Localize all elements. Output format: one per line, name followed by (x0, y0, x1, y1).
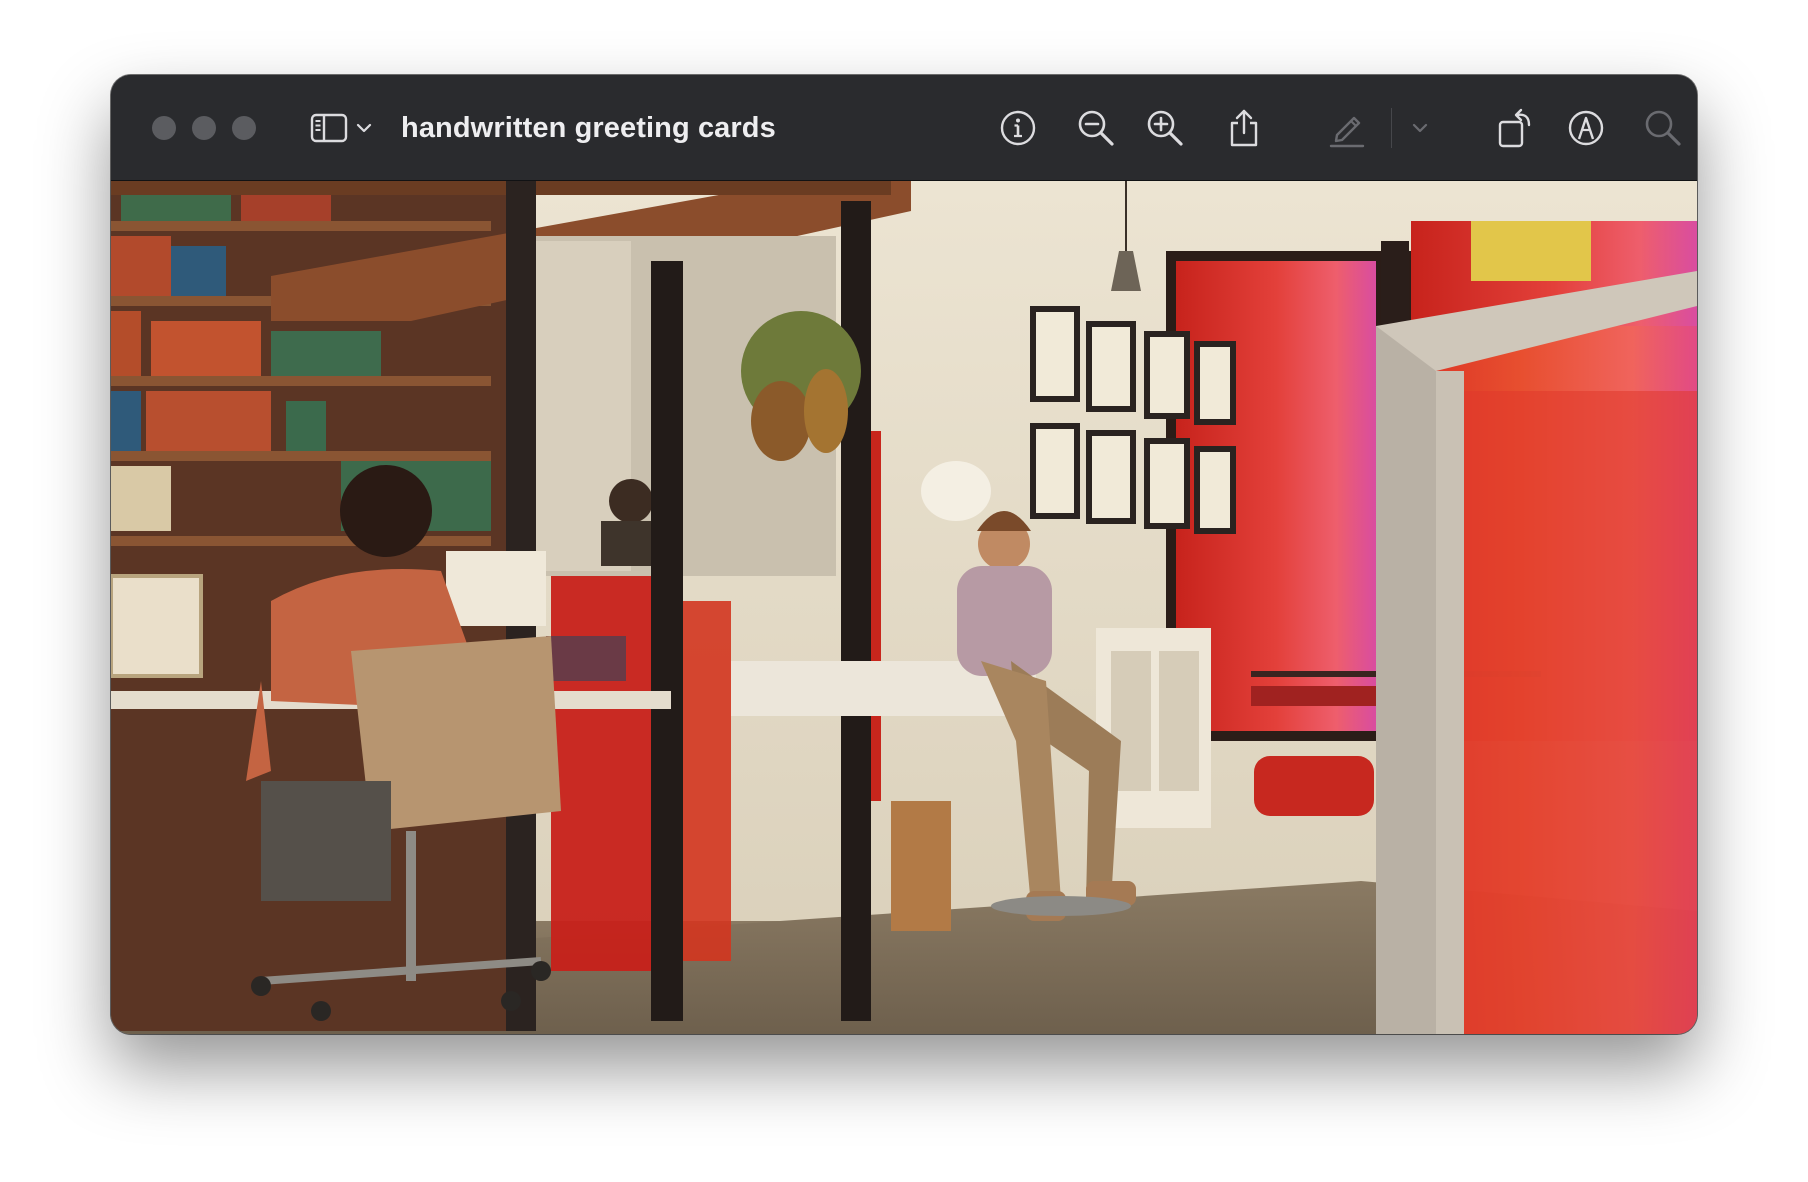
fullscreen-window-button[interactable] (232, 116, 256, 140)
zoom-in-button[interactable] (1142, 105, 1188, 151)
markup-menu-button[interactable] (1408, 105, 1432, 151)
info-circle-icon (999, 109, 1037, 147)
sidebar-menu-button[interactable] (353, 105, 375, 151)
search-button[interactable] (1640, 105, 1686, 151)
image-viewer[interactable] (111, 181, 1697, 1034)
preview-window: handwritten greeting cards (111, 75, 1697, 1034)
close-window-button[interactable] (152, 116, 176, 140)
search-icon (1643, 108, 1683, 148)
chevron-down-icon (1412, 123, 1428, 133)
share-button[interactable] (1221, 105, 1267, 151)
zoom-out-button[interactable] (1073, 105, 1119, 151)
zoom-in-icon (1145, 108, 1185, 148)
zoom-out-icon (1076, 108, 1116, 148)
title-bar: handwritten greeting cards (111, 75, 1697, 181)
markup-button[interactable] (1324, 105, 1370, 151)
annotate-button[interactable] (1563, 105, 1609, 151)
share-icon (1227, 108, 1261, 148)
sidebar-icon (310, 113, 348, 143)
info-button[interactable] (995, 105, 1041, 151)
markup-pen-circle-icon (1566, 108, 1606, 148)
chevron-down-icon (356, 123, 372, 133)
foreground-partition (1376, 271, 1697, 1034)
toolbar-separator (1391, 108, 1392, 148)
rotate-left-icon (1495, 107, 1535, 149)
window-title: handwritten greeting cards (401, 112, 776, 144)
minimize-window-button[interactable] (192, 116, 216, 140)
rotate-button[interactable] (1492, 105, 1538, 151)
sidebar-toggle-button[interactable] (307, 105, 351, 151)
pencil-icon (1327, 108, 1367, 148)
office-photo (111, 181, 1697, 1034)
